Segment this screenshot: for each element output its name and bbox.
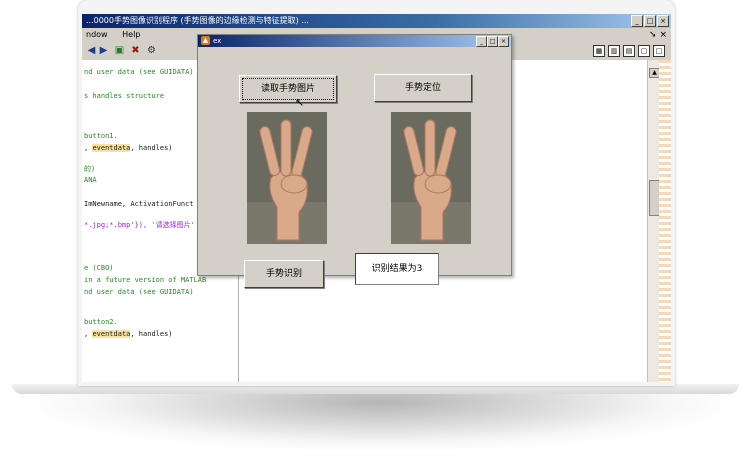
code-line: s handles structure: [84, 92, 165, 100]
screen: ...0000手势图像识别程序 (手势图像的边缘检测与特征提取) ... _ □…: [82, 14, 671, 382]
undock-icon[interactable]: ➘: [649, 30, 657, 40]
dialog-maximize-button[interactable]: □: [487, 36, 498, 47]
code-line: *.jpg;*.bmp'}), '请选择图片': [84, 221, 195, 229]
minimize-button[interactable]: _: [631, 15, 643, 27]
tile-icon[interactable]: ▦: [593, 45, 605, 57]
code-line: button1.: [84, 132, 118, 140]
stop-icon[interactable]: ✖: [130, 45, 141, 56]
code-line: in a future version of MATLAB: [84, 276, 207, 284]
code-line-highlighted: , eventdata, handles): [84, 330, 173, 338]
code-line: 的): [84, 165, 96, 173]
recognize-button[interactable]: 手势识别: [244, 260, 324, 288]
maximize-button[interactable]: □: [644, 15, 656, 27]
code-highlight: eventdata: [92, 330, 131, 338]
main-window-titlebar: ...0000手势图像识别程序 (手势图像的边缘检测与特征提取) ... _ □…: [82, 14, 671, 28]
laptop-bezel: ...0000手势图像识别程序 (手势图像的边缘检测与特征提取) ... _ □…: [78, 0, 675, 386]
code-line-highlighted: , eventdata, handles): [84, 144, 173, 152]
locate-gesture-button[interactable]: 手势定位: [374, 74, 472, 102]
split-icon[interactable]: ▥: [608, 45, 620, 57]
float-icon[interactable]: ▢: [638, 45, 650, 57]
dialog-title: ex: [213, 37, 222, 45]
close-doc-icon[interactable]: ×: [659, 30, 667, 40]
arrow-back-icon[interactable]: ◀: [86, 45, 97, 56]
gesture-image-original: [247, 112, 327, 244]
main-window-title: ...0000手势图像识别程序 (手势图像的边缘检测与特征提取) ...: [86, 16, 309, 25]
menu-window[interactable]: ndow: [86, 30, 108, 39]
dialog-minimize-button[interactable]: _: [476, 36, 487, 47]
close-button[interactable]: ×: [657, 15, 669, 27]
dialog-close-button[interactable]: ×: [498, 36, 509, 47]
stack-icon[interactable]: ▤: [623, 45, 635, 57]
editor-margin-markers: [659, 60, 671, 382]
code-line: ImNewname, ActivationFunct: [84, 200, 194, 208]
code-line: e (CBO): [84, 264, 114, 272]
dock-controls: ➘ ×: [649, 30, 667, 40]
arrow-forward-icon[interactable]: ▶: [98, 45, 109, 56]
code-line: nd user data (see GUIDATA): [84, 288, 194, 296]
gesture-image-located: [391, 112, 471, 244]
result-text: 识别结果为3: [355, 253, 439, 285]
device-shadow: [40, 390, 720, 450]
load-image-button[interactable]: 读取手势图片: [239, 75, 337, 103]
debug-icon[interactable]: ⚙: [146, 45, 157, 56]
dialog-titlebar: ▲ ex _ □ ×: [198, 35, 511, 47]
run-icon[interactable]: ▣: [114, 45, 125, 56]
mouse-cursor-icon: ↖: [295, 96, 305, 109]
gesture-gui-window: ▲ ex _ □ × 读取手势图片 手势定位 手势识别 识别结果为3: [197, 34, 512, 288]
maximize-icon[interactable]: □: [653, 45, 665, 57]
code-line: button2.: [84, 318, 118, 326]
code-highlight: eventdata: [92, 144, 131, 152]
menu-help[interactable]: Help: [122, 30, 140, 39]
code-line: nd user data (see GUIDATA): [84, 68, 194, 76]
code-line: ANA: [84, 176, 97, 184]
matlab-logo-icon: ▲: [201, 36, 210, 45]
